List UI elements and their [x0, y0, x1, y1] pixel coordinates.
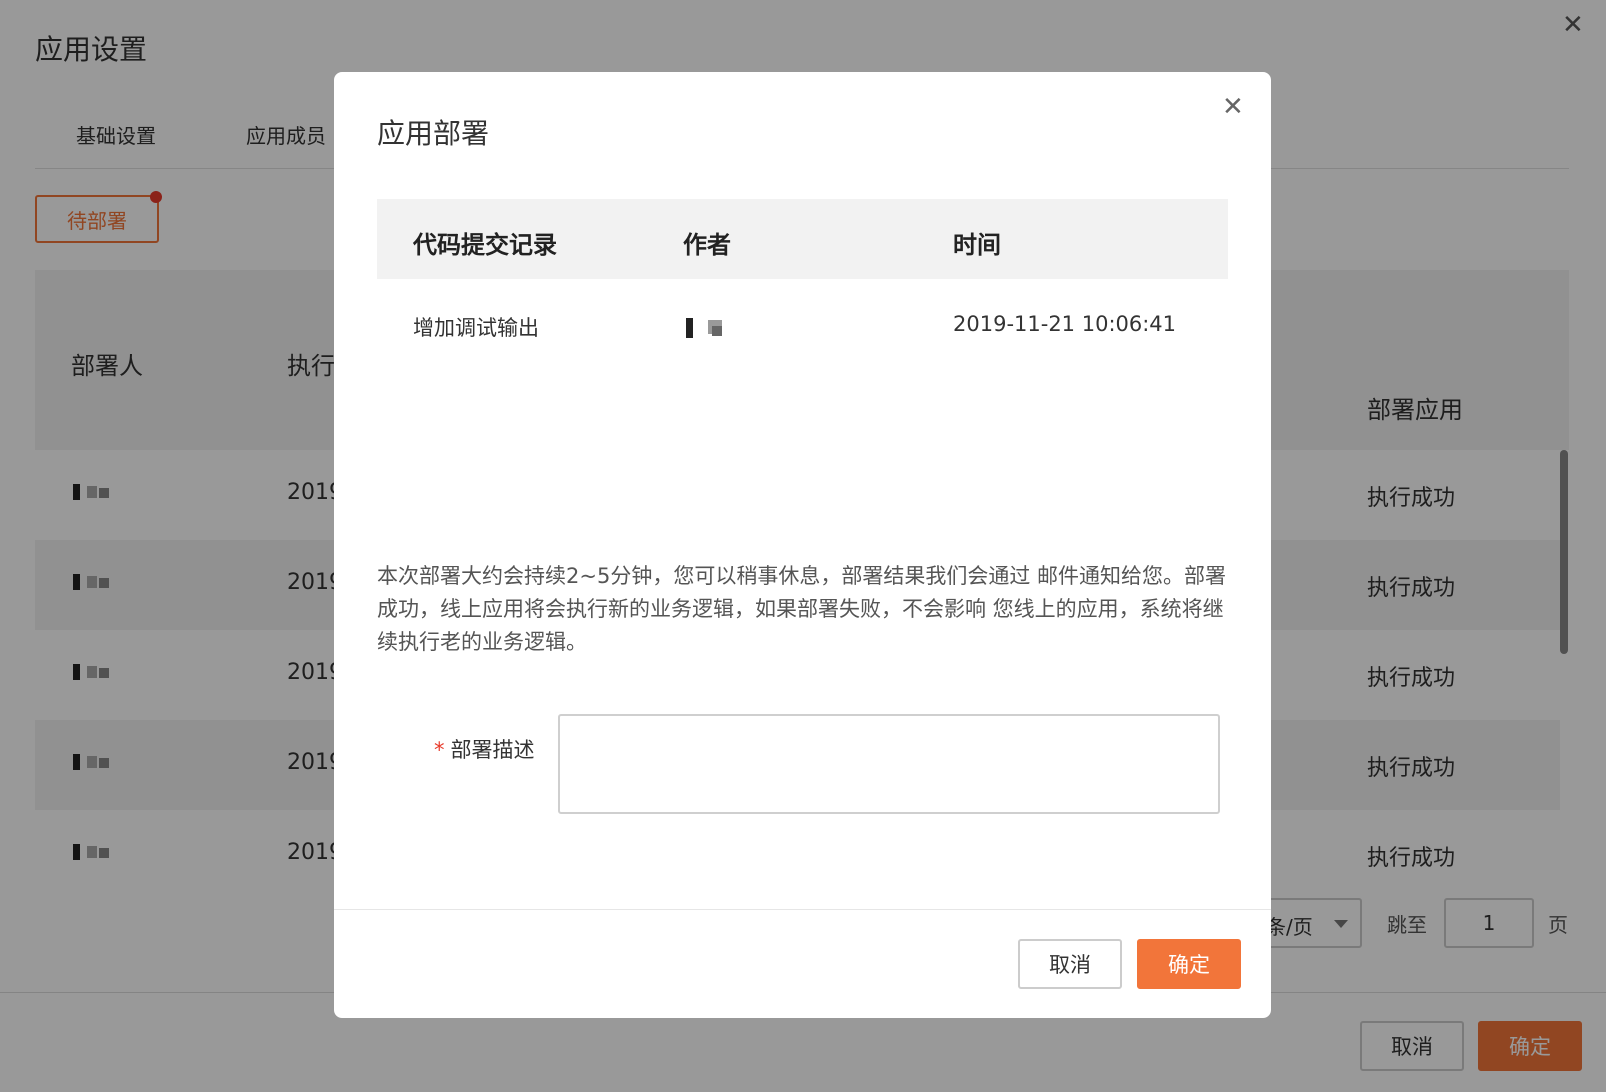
column-header-time: 时间 — [953, 231, 1001, 259]
close-icon[interactable]: ✕ — [1222, 94, 1244, 120]
column-header-author: 作者 — [683, 231, 731, 259]
deploy-notice: 本次部署大约会持续2~5分钟，您可以稍事休息，部署结果我们会通过 邮件通知给您。… — [377, 564, 1226, 654]
commit-message: 增加调试输出 — [413, 316, 539, 340]
deploy-description-input[interactable] — [558, 714, 1220, 814]
deploy-description-label: * 部署描述 — [434, 734, 535, 764]
deploy-description-label-text: 部署描述 — [450, 738, 535, 762]
column-header-commit: 代码提交记录 — [413, 231, 557, 259]
commit-time: 2019-11-21 10:06:41 — [953, 312, 1177, 336]
required-mark: * — [434, 738, 445, 762]
modal-footer-divider — [334, 909, 1271, 910]
modal-cancel-button[interactable]: 取消 — [1018, 939, 1122, 989]
modal-title: 应用部署 — [377, 117, 490, 150]
modal-confirm-button[interactable]: 确定 — [1137, 939, 1241, 989]
author-avatar — [686, 318, 726, 338]
deploy-modal: 应用部署 ✕ 代码提交记录 作者 时间 增加调试输出 2019-11-21 10… — [334, 72, 1271, 1018]
commit-table-header: 代码提交记录 作者 时间 — [377, 199, 1228, 279]
